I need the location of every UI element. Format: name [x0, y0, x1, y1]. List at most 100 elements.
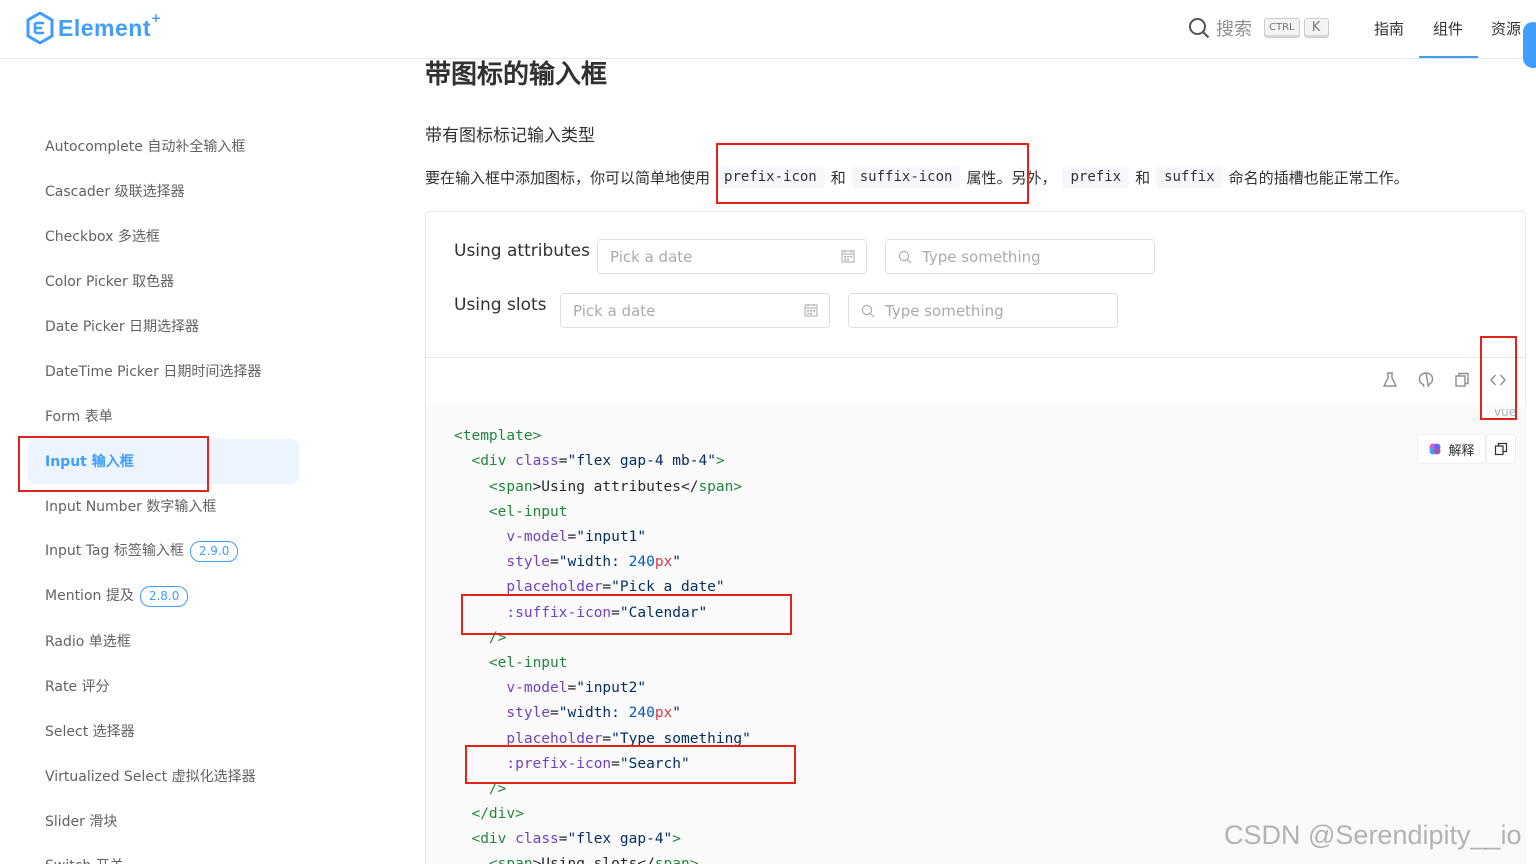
sidebar-item-color-picker[interactable]: Color Picker 取色器 — [45, 271, 174, 291]
sidebar-item-virtualized-select[interactable]: Virtualized Select 虚拟化选择器 — [45, 766, 256, 786]
annotation-box-prefix-icon — [465, 745, 796, 784]
sidebar-item-datetime-picker[interactable]: DateTime Picker 日期时间选择器 — [45, 361, 261, 381]
search-icon — [898, 250, 912, 264]
code-token: class — [515, 831, 559, 847]
watermark: CSDN @Serendipity__io — [1224, 820, 1522, 850]
search-icon — [861, 304, 875, 318]
search-icon — [1189, 18, 1210, 39]
code-token: placeholder — [506, 579, 603, 595]
sidebar-item-cascader[interactable]: Cascader 级联选择器 — [45, 181, 185, 201]
ai-explain-button[interactable]: 解释 — [1417, 434, 1486, 464]
date-input-attributes[interactable]: Pick a date — [597, 239, 867, 274]
nav-components[interactable]: 组件 — [1433, 18, 1463, 39]
sidebar-item-checkbox[interactable]: Checkbox 多选框 — [45, 226, 160, 246]
code-token: style — [506, 705, 551, 721]
code-token: <span — [488, 856, 533, 864]
nav-resources[interactable]: 资源 — [1491, 18, 1521, 39]
input-placeholder: Pick a date — [573, 302, 656, 320]
search-input-slots[interactable]: Type something — [848, 293, 1118, 328]
calendar-icon — [841, 250, 855, 263]
code-token: = — [558, 831, 568, 847]
inline-code-suffix: suffix — [1156, 166, 1223, 188]
sidebar-item-switch[interactable]: Switch 开关 — [45, 855, 124, 864]
sidebar-item-label: Mention 提及 — [45, 588, 134, 604]
element-logo[interactable]: Element + — [26, 11, 161, 44]
input-placeholder: Type something — [922, 248, 1041, 266]
code-line: <span>Using slots</span> — [454, 856, 699, 864]
code-token: span — [654, 856, 690, 864]
sidebar-item-mention[interactable]: Mention 提及 2.8.0 — [45, 585, 189, 607]
copy-icon — [1494, 442, 1508, 456]
search-button[interactable]: 搜索 CTRL K — [1188, 15, 1329, 41]
code-token: <div — [471, 453, 516, 469]
code-line: </div> — [454, 806, 523, 822]
code-line: <div class="flex gap-4 mb-4"> — [454, 453, 724, 469]
input-placeholder: Pick a date — [610, 248, 693, 266]
desc-text: 命名的插槽也能正常工作。 — [1228, 168, 1409, 187]
code-token: "width: — [558, 554, 629, 570]
code-token: >Using attributes</ — [532, 479, 699, 495]
code-line: <el-input — [454, 504, 568, 520]
code-token: "width: — [558, 705, 629, 721]
code-token: "input2" — [576, 680, 647, 696]
calendar-icon — [804, 304, 818, 317]
sidebar-item-date-picker[interactable]: Date Picker 日期选择器 — [45, 316, 199, 336]
hexagon-logo-icon — [26, 12, 54, 44]
sidebar-item-autocomplete[interactable]: Autocomplete 自动补全输入框 — [45, 136, 245, 156]
desc-text: 和 — [1135, 168, 1151, 187]
code-token: >Using slots</ — [532, 856, 655, 864]
row-label-attributes: Using attributes — [454, 241, 590, 261]
version-badge: 2.9.0 — [189, 541, 239, 562]
search-input-attributes[interactable]: Type something — [885, 239, 1155, 274]
annotation-box-input-item — [18, 436, 209, 492]
code-token: px — [654, 554, 673, 570]
code-token: > — [689, 856, 699, 864]
code-token: v-model — [506, 529, 568, 545]
sidebar-item-rate[interactable]: Rate 评分 — [45, 676, 110, 696]
code-token: 240 — [628, 705, 655, 721]
code-token: "Pick a date" — [611, 579, 725, 595]
code-token: > — [672, 831, 682, 847]
code-line: <span>Using attributes</span> — [454, 479, 742, 495]
kbd-ctrl: CTRL — [1264, 18, 1300, 38]
github-icon[interactable] — [1417, 371, 1435, 389]
desc-text: 要在输入框中添加图标，你可以简单地使用 — [425, 168, 711, 187]
code-line: style="width: 240px" — [454, 705, 681, 721]
sidebar-item-radio[interactable]: Radio 单选框 — [45, 631, 131, 651]
code-line: <div class="flex gap-4"> — [454, 831, 681, 847]
sidebar-item-form[interactable]: Form 表单 — [45, 406, 113, 426]
code-token: "input1" — [576, 529, 647, 545]
top-header: Element + 搜索 CTRL K 指南 组件 资源 — [0, 0, 1536, 59]
code-token: " — [672, 554, 682, 570]
code-token: > — [733, 479, 743, 495]
kbd-k: K — [1303, 18, 1329, 38]
sidebar-item-input-tag[interactable]: Input Tag 标签输入框 2.9.0 — [45, 540, 239, 562]
nav-active-underline — [1419, 56, 1478, 58]
code-token: = — [567, 680, 577, 696]
sidebar-item-input-number[interactable]: Input Number 数字输入框 — [45, 496, 216, 516]
date-input-slots[interactable]: Pick a date — [560, 293, 830, 328]
code-token: = — [550, 705, 559, 721]
sidebar-item-select[interactable]: Select 选择器 — [45, 721, 135, 741]
playground-flask-icon[interactable] — [1381, 371, 1399, 389]
code-line: <template> — [454, 428, 541, 444]
sidebar-item-label: Input Tag 标签输入框 — [45, 543, 184, 559]
copy-button[interactable] — [1486, 434, 1516, 464]
version-badge: 2.8.0 — [139, 586, 189, 607]
ai-brain-icon — [1429, 443, 1441, 455]
code-token: = — [550, 554, 559, 570]
code-line: style="width: 240px" — [454, 554, 681, 570]
code-token: span — [698, 479, 734, 495]
annotation-box-icon-props — [716, 143, 1029, 204]
floating-edge-widget[interactable] — [1523, 22, 1536, 68]
code-token: <el-input — [488, 504, 568, 520]
copy-code-icon[interactable] — [1453, 371, 1471, 389]
nav-guide[interactable]: 指南 — [1374, 18, 1404, 39]
code-token: <div — [471, 831, 516, 847]
code-token: " — [672, 705, 682, 721]
code-token: <el-input — [488, 655, 568, 671]
sidebar-item-slider[interactable]: Slider 滑块 — [45, 811, 117, 831]
logo-text: Element — [58, 14, 151, 41]
code-line: placeholder="Pick a date" — [454, 579, 725, 595]
code-token: = — [602, 579, 612, 595]
